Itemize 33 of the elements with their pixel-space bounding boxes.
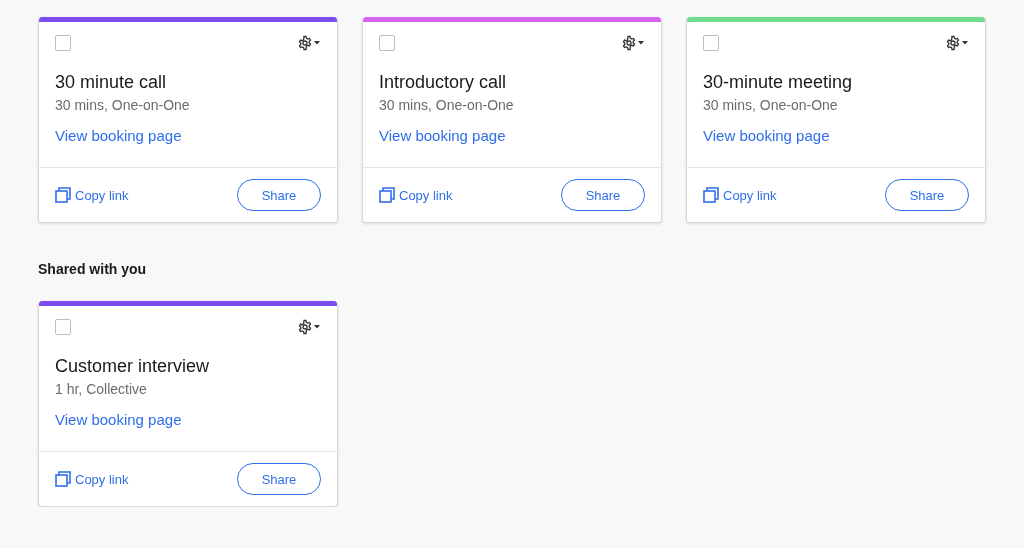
event-details: 30 mins, One-on-One [703, 96, 839, 115]
copy-link-button[interactable]: Copy link [703, 187, 777, 203]
share-button[interactable]: Share [561, 179, 645, 211]
booking-page-link[interactable]: View booking page [55, 126, 182, 146]
gear-icon[interactable] [297, 319, 321, 335]
booking-page-link[interactable]: View booking page [379, 126, 506, 146]
event-title: Introductory call [379, 71, 508, 93]
checkbox[interactable] [703, 35, 719, 51]
copy-link-button[interactable]: Copy link [379, 187, 453, 203]
copy-icon [55, 187, 71, 203]
event-details: 30 mins, One-on-One [379, 96, 515, 115]
booking-page-link[interactable]: View booking page [55, 410, 182, 430]
event-details: 1 hr, Collective [55, 380, 148, 399]
section-heading: Shared with you [38, 260, 148, 279]
share-button[interactable]: Share [885, 179, 969, 211]
copy-icon [379, 187, 395, 203]
share-button[interactable]: Share [237, 179, 321, 211]
copy-link-button[interactable]: Copy link [55, 187, 129, 203]
event-title: Customer interview [55, 355, 211, 377]
gear-icon[interactable] [297, 35, 321, 51]
gear-icon[interactable] [621, 35, 645, 51]
gear-icon[interactable] [945, 35, 969, 51]
checkbox[interactable] [55, 35, 71, 51]
checkbox[interactable] [379, 35, 395, 51]
checkbox[interactable] [55, 319, 71, 335]
copy-link-button[interactable]: Copy link [55, 471, 129, 487]
copy-icon [703, 187, 719, 203]
share-button[interactable]: Share [237, 463, 321, 495]
event-details: 30 mins, One-on-One [55, 96, 191, 115]
booking-page-link[interactable]: View booking page [703, 126, 830, 146]
event-title: 30-minute meeting [703, 71, 854, 93]
copy-icon [55, 471, 71, 487]
event-title: 30 minute call [55, 71, 168, 93]
